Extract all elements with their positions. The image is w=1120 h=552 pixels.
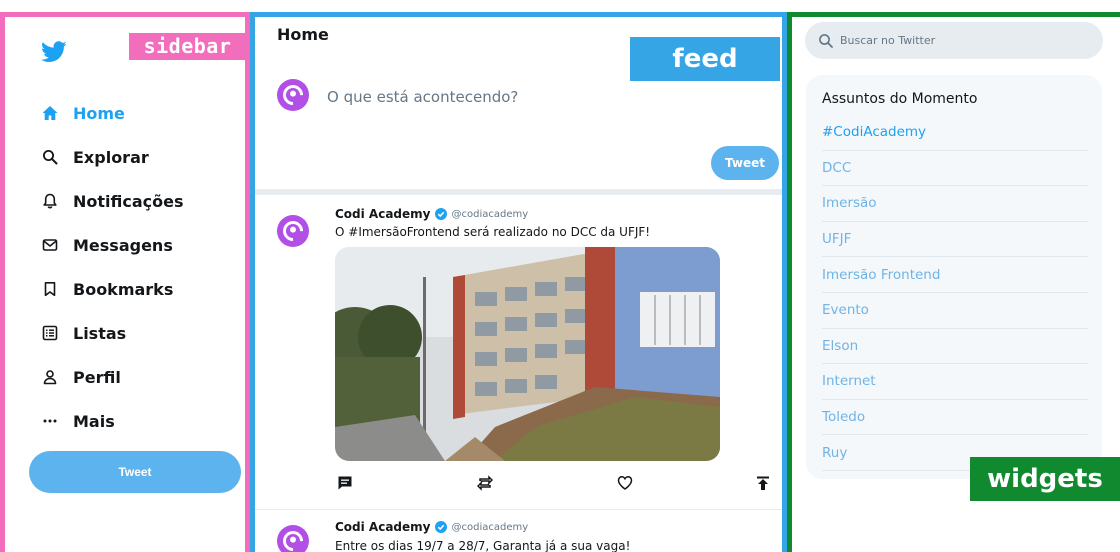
sidebar-item-home[interactable]: Home (39, 91, 184, 135)
sidebar-item-explorar[interactable]: Explorar (39, 135, 184, 179)
share-icon[interactable] (753, 473, 773, 493)
retweet-icon[interactable] (475, 473, 495, 493)
codi-logo-icon (278, 80, 308, 110)
search-bar[interactable] (805, 22, 1103, 59)
search-icon (39, 146, 61, 168)
twitter-logo-icon[interactable] (41, 41, 67, 63)
divider (255, 509, 782, 510)
post-author[interactable]: Codi Academy @codiacademy (335, 520, 528, 534)
compose-input[interactable]: O que está acontecendo? (327, 88, 518, 106)
building-photo (335, 247, 720, 461)
trend-label: Toledo (822, 409, 866, 426)
sidebar-overlay-label: sidebar (129, 33, 246, 60)
widgets-overlay-label: widgets (970, 457, 1120, 501)
author-name: Codi Academy (335, 520, 431, 534)
codi-logo-icon (278, 216, 308, 246)
post-author[interactable]: Codi Academy @codiacademy (335, 207, 528, 221)
sidebar-item-label: Mais (73, 411, 115, 431)
sidebar-item-perfil[interactable]: Perfil (39, 355, 184, 399)
trends-panel: Assuntos do Momento #CodiAcademy DCC Ime… (806, 75, 1102, 479)
sidebar-item-label: Home (73, 103, 125, 123)
widgets: Assuntos do Momento #CodiAcademy DCC Ime… (787, 12, 1120, 552)
mail-icon (39, 234, 61, 256)
trend-label: Evento (822, 302, 869, 319)
avatar[interactable] (277, 215, 309, 247)
sidebar-item-label: Notificações (73, 191, 184, 211)
sidebar-item-label: Perfil (73, 367, 121, 387)
like-icon[interactable] (615, 473, 635, 493)
trend-label: #CodiAcademy (822, 124, 927, 141)
trend-item[interactable]: DCC (822, 151, 1088, 187)
verified-badge-icon (435, 208, 448, 220)
list-icon (39, 322, 61, 344)
trend-item[interactable]: #CodiAcademy (822, 115, 1088, 151)
bookmark-icon (39, 278, 61, 300)
page-title: Home (277, 25, 329, 44)
trend-list: #CodiAcademy DCC Imersão UFJF Imersão Fr… (822, 115, 1088, 471)
codi-logo-icon (278, 526, 308, 552)
author-name: Codi Academy (335, 207, 431, 221)
trend-label: Ruy (822, 444, 848, 461)
sidebar-nav: Home Explorar Notificações Messagens Boo… (39, 91, 184, 443)
trend-item[interactable]: Internet (822, 364, 1088, 400)
more-icon (39, 410, 61, 432)
trend-item[interactable]: Elson (822, 329, 1088, 365)
compose-tweet-button[interactable]: Tweet (711, 146, 779, 180)
sidebar-item-label: Messagens (73, 235, 173, 255)
trend-label: Elson (822, 337, 859, 354)
home-icon (39, 102, 61, 124)
sidebar-item-messagens[interactable]: Messagens (39, 223, 184, 267)
trend-item[interactable]: Imersão Frontend (822, 257, 1088, 293)
post-text: Entre os dias 19/7 a 28/7, Garanta já a … (335, 539, 631, 552)
trend-item[interactable]: Toledo (822, 400, 1088, 436)
feed: Home feed O que está acontecendo? Tweet … (250, 12, 787, 552)
post-image[interactable] (335, 247, 720, 461)
avatar[interactable] (277, 79, 309, 111)
trend-label: DCC (822, 159, 852, 176)
sidebar-item-mais[interactable]: Mais (39, 399, 184, 443)
sidebar: sidebar Home Explorar Notificações Messa… (0, 12, 250, 552)
sidebar-item-label: Bookmarks (73, 279, 174, 299)
reply-icon[interactable] (335, 473, 355, 493)
search-input[interactable] (840, 34, 1080, 47)
sidebar-item-label: Explorar (73, 147, 149, 167)
divider (255, 189, 782, 195)
trend-item[interactable]: Imersão (822, 186, 1088, 222)
feed-overlay-label: feed (630, 37, 780, 81)
tweet-actions (335, 473, 775, 495)
verified-badge-icon (435, 521, 448, 533)
post-text: O #ImersãoFrontend será realizado no DCC… (335, 225, 651, 239)
trend-label: Imersão (822, 195, 877, 212)
trend-label: Internet (822, 373, 876, 390)
bell-icon (39, 190, 61, 212)
trend-label: Imersão Frontend (822, 266, 941, 283)
person-icon (39, 366, 61, 388)
author-handle: @codiacademy (451, 521, 529, 533)
trend-item[interactable]: Evento (822, 293, 1088, 329)
trend-label: UFJF (822, 231, 852, 248)
trend-item[interactable]: UFJF (822, 222, 1088, 258)
author-handle: @codiacademy (451, 208, 529, 220)
avatar[interactable] (277, 525, 309, 552)
sidebar-item-bookmarks[interactable]: Bookmarks (39, 267, 184, 311)
sidebar-item-listas[interactable]: Listas (39, 311, 184, 355)
sidebar-item-notificacoes[interactable]: Notificações (39, 179, 184, 223)
trends-title: Assuntos do Momento (822, 91, 978, 107)
sidebar-item-label: Listas (73, 323, 127, 343)
sidebar-tweet-button[interactable]: Tweet (29, 451, 241, 493)
search-icon (818, 33, 834, 49)
